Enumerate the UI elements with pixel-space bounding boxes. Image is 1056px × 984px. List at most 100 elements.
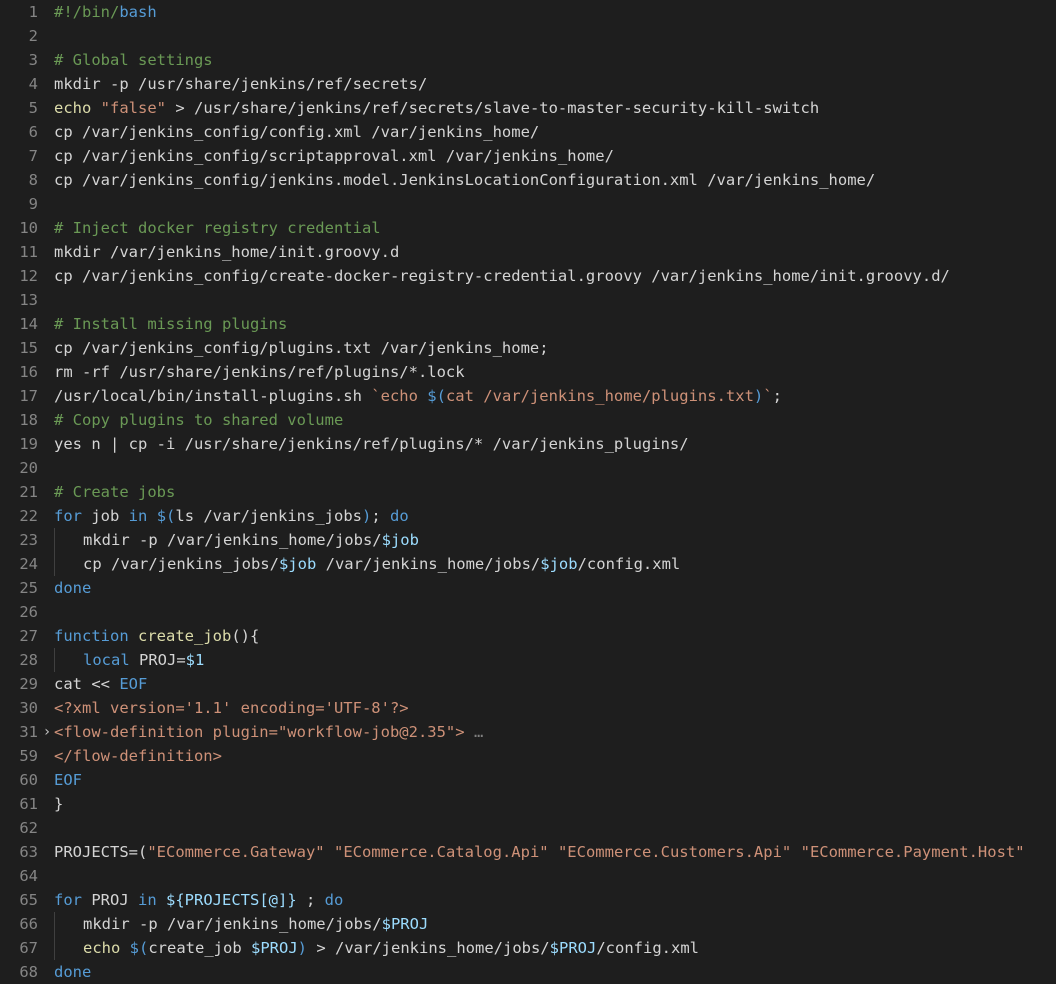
token-default: /config.xml <box>596 939 699 957</box>
token-comment: # Inject docker registry credential <box>54 219 381 237</box>
token-string: <?xml version='1.1' encoding='UTF-8'?> <box>54 699 409 717</box>
line-number: 28 <box>0 648 38 672</box>
fold-gutter-cell <box>40 384 54 408</box>
fold-gutter-cell <box>40 408 54 432</box>
code-line[interactable]: mkdir -p /usr/share/jenkins/ref/secrets/ <box>54 72 1056 96</box>
code-line[interactable]: local PROJ=$1 <box>54 648 1056 672</box>
fold-gutter-cell <box>40 840 54 864</box>
token-keyword: done <box>54 579 91 597</box>
line-number: 61 <box>0 792 38 816</box>
code-line[interactable]: cp /var/jenkins_config/jenkins.model.Jen… <box>54 168 1056 192</box>
fold-gutter-cell <box>40 888 54 912</box>
code-line[interactable]: cp /var/jenkins_jobs/$job /var/jenkins_h… <box>54 552 1056 576</box>
token-keyword: $( <box>130 939 149 957</box>
token-keyword: $( <box>427 387 446 405</box>
token-default <box>791 843 800 861</box>
line-number: 8 <box>0 168 38 192</box>
token-default: PROJ <box>82 891 138 909</box>
code-line[interactable]: cp /var/jenkins_config/scriptapproval.xm… <box>54 144 1056 168</box>
fold-gutter-cell <box>40 768 54 792</box>
code-line[interactable]: # Create jobs <box>54 480 1056 504</box>
line-number: 15 <box>0 336 38 360</box>
code-line[interactable]: cp /var/jenkins_config/create-docker-reg… <box>54 264 1056 288</box>
code-line[interactable]: EOF <box>54 768 1056 792</box>
line-number: 1 <box>0 0 38 24</box>
code-line[interactable]: done <box>54 960 1056 984</box>
token-variable: $1 <box>186 651 205 669</box>
code-line[interactable] <box>54 600 1056 624</box>
fold-column[interactable]: › <box>40 0 54 984</box>
code-content[interactable]: #!/bin/bash # Global settings mkdir -p /us… <box>54 0 1056 984</box>
token-comment: # Install missing plugins <box>54 315 287 333</box>
token-fold-dots: … <box>465 723 484 741</box>
code-line[interactable]: mkdir -p /var/jenkins_home/jobs/$job <box>54 528 1056 552</box>
token-string: <flow-definition plugin="workflow-job@2.… <box>54 723 465 741</box>
token-function: echo <box>83 939 120 957</box>
code-line[interactable]: yes n | cp -i /usr/share/jenkins/ref/plu… <box>54 432 1056 456</box>
fold-gutter-cell <box>40 360 54 384</box>
code-line[interactable]: cp /var/jenkins_config/plugins.txt /var/… <box>54 336 1056 360</box>
token-keyword: ) <box>298 939 307 957</box>
code-line[interactable]: PROJECTS=("ECommerce.Gateway" "ECommerce… <box>54 840 1056 864</box>
line-number: 9 <box>0 192 38 216</box>
code-line[interactable]: echo $(create_job $PROJ) > /var/jenkins_… <box>54 936 1056 960</box>
code-line[interactable] <box>54 288 1056 312</box>
code-line[interactable]: # Inject docker registry credential <box>54 216 1056 240</box>
code-line[interactable]: # Global settings <box>54 48 1056 72</box>
fold-gutter-cell <box>40 264 54 288</box>
code-line[interactable]: rm -rf /usr/share/jenkins/ref/plugins/*.… <box>54 360 1056 384</box>
token-default: cp /var/jenkins_config/create-docker-reg… <box>54 267 950 285</box>
token-keyword: local <box>83 651 130 669</box>
line-number: 24 <box>0 552 38 576</box>
token-string: "false" <box>101 99 166 117</box>
code-line[interactable]: for PROJ in ${PROJECTS[@]} ; do <box>54 888 1056 912</box>
fold-marker-collapsed[interactable]: › <box>40 720 54 744</box>
code-line[interactable]: cat << EOF <box>54 672 1056 696</box>
line-number: 11 <box>0 240 38 264</box>
code-editor[interactable]: 1234567891011121314151617181920212223242… <box>0 0 1056 984</box>
line-number: 26 <box>0 600 38 624</box>
token-default: mkdir -p /var/jenkins_home/jobs/ <box>55 531 382 549</box>
code-line[interactable]: function create_job(){ <box>54 624 1056 648</box>
code-line[interactable]: #!/bin/bash <box>54 0 1056 24</box>
token-default: PROJECTS=( <box>54 843 147 861</box>
line-number: 63 <box>0 840 38 864</box>
code-line[interactable]: </flow-definition> <box>54 744 1056 768</box>
fold-gutter-cell <box>40 648 54 672</box>
code-line[interactable]: <?xml version='1.1' encoding='UTF-8'?> <box>54 696 1056 720</box>
token-default: ls /var/jenkins_jobs <box>175 507 362 525</box>
code-line[interactable]: echo "false" > /usr/share/jenkins/ref/se… <box>54 96 1056 120</box>
fold-gutter-cell <box>40 912 54 936</box>
code-line[interactable]: mkdir /var/jenkins_home/init.groovy.d <box>54 240 1056 264</box>
token-comment: # Create jobs <box>54 483 175 501</box>
token-default: mkdir -p /usr/share/jenkins/ref/secrets/ <box>54 75 427 93</box>
token-default: cp /var/jenkins_config/scriptapproval.xm… <box>54 147 614 165</box>
token-string: cat /var/jenkins_home/plugins.txt <box>446 387 754 405</box>
code-line[interactable]: # Copy plugins to shared volume <box>54 408 1056 432</box>
code-line[interactable]: mkdir -p /var/jenkins_home/jobs/$PROJ <box>54 912 1056 936</box>
line-number: 64 <box>0 864 38 888</box>
token-variable: $job <box>540 555 577 573</box>
code-line[interactable]: done <box>54 576 1056 600</box>
code-line[interactable] <box>54 24 1056 48</box>
token-default: cp /var/jenkins_jobs/ <box>55 555 279 573</box>
token-string: "ECommerce.Gateway" <box>147 843 324 861</box>
code-line[interactable]: <flow-definition plugin="workflow-job@2.… <box>54 720 1056 744</box>
line-number: 4 <box>0 72 38 96</box>
line-number: 66 <box>0 912 38 936</box>
code-line[interactable] <box>54 864 1056 888</box>
code-line[interactable]: for job in $(ls /var/jenkins_jobs); do <box>54 504 1056 528</box>
code-line[interactable] <box>54 456 1056 480</box>
token-default <box>91 99 100 117</box>
code-line[interactable]: # Install missing plugins <box>54 312 1056 336</box>
code-line[interactable] <box>54 816 1056 840</box>
line-number: 10 <box>0 216 38 240</box>
code-line[interactable]: } <box>54 792 1056 816</box>
fold-gutter-cell <box>40 936 54 960</box>
code-line[interactable] <box>54 192 1056 216</box>
line-number: 7 <box>0 144 38 168</box>
code-line[interactable]: /usr/local/bin/install-plugins.sh `echo … <box>54 384 1056 408</box>
fold-gutter-cell <box>40 336 54 360</box>
token-variable: $PROJ <box>251 939 298 957</box>
code-line[interactable]: cp /var/jenkins_config/config.xml /var/j… <box>54 120 1056 144</box>
